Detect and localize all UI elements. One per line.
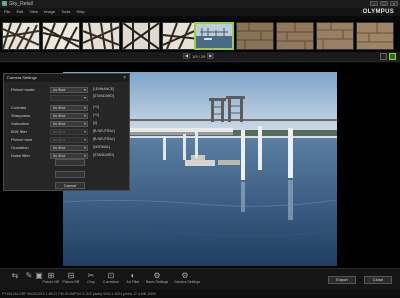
art-filter-tool-button[interactable]: ◐ Art Filter bbox=[122, 271, 144, 289]
thumbnail-selected[interactable] bbox=[194, 22, 234, 50]
setting-row-picture-mode: Picture mode As Shot [i-ENHANCE] [STANDA… bbox=[4, 86, 131, 98]
minimize-button[interactable]: _ bbox=[370, 1, 378, 6]
setting-row-sub bbox=[4, 94, 131, 101]
tool-label: Picture NR bbox=[62, 280, 80, 284]
thumbnail[interactable] bbox=[236, 22, 274, 50]
menu-view[interactable]: View bbox=[29, 8, 38, 16]
dialog-close-icon[interactable]: × bbox=[123, 74, 126, 82]
view-mode-switch bbox=[380, 53, 396, 60]
correction-icon: ⊡ bbox=[107, 271, 115, 280]
picture-nr-icon: ⊞ bbox=[47, 271, 55, 280]
setting-row-gradation: Gradation As Shot [NORMAL] bbox=[4, 144, 131, 151]
brand-logo: OLYMPUS bbox=[362, 9, 394, 15]
tool-label: Correction bbox=[102, 280, 120, 284]
picture-tone-select: As Shot bbox=[50, 136, 88, 143]
bottom-toolbar: ⇆ ✎ ▣ ⊞ Picture NR ⊟ Picture NR ✂ Crop ⊡… bbox=[0, 268, 400, 290]
filmstrip-controls: ◀ 1/9 / 29 ▶ bbox=[0, 52, 400, 62]
app-icon bbox=[2, 1, 7, 6]
close-window-button[interactable]: × bbox=[390, 1, 398, 6]
tool-label: Basic Settings bbox=[146, 280, 169, 284]
menu-edit[interactable]: Edit bbox=[16, 8, 23, 16]
dialog-title: Camera Settings bbox=[7, 75, 37, 80]
setting-value: [NORMAL] bbox=[93, 145, 110, 149]
dialog-button-2 bbox=[55, 171, 85, 178]
title-bar: Sky_Retail _ □ × bbox=[0, 0, 400, 8]
status-bar: P7150134.ORF 06/20/2010 1:55:27 PM OLYMP… bbox=[0, 290, 400, 298]
setting-row-saturation: Saturation As Shot [0] bbox=[4, 120, 131, 127]
setting-label: Picture tone bbox=[11, 137, 33, 142]
camera-settings-dialog: Camera Settings × Picture mode As Shot [… bbox=[3, 73, 130, 191]
thumbnail[interactable] bbox=[316, 22, 354, 50]
picture-nr-icon: ⊟ bbox=[67, 271, 75, 280]
noise-filter-select[interactable]: As Shot bbox=[50, 152, 88, 159]
close-button[interactable]: Close bbox=[364, 276, 392, 284]
menu-tools[interactable]: Tools bbox=[61, 8, 70, 16]
thumbnail[interactable] bbox=[122, 22, 160, 50]
setting-row-picture-tone: Picture tone As Shot [B-NEUTRAL] bbox=[4, 136, 131, 143]
bw-filter-select: As Shot bbox=[50, 128, 88, 135]
setting-row-bw-filter: B/W filter As Shot [B-NEUTRAL] bbox=[4, 128, 131, 135]
setting-value: [STANDARD] bbox=[93, 153, 114, 157]
gradation-select[interactable]: As Shot bbox=[50, 144, 88, 151]
next-page-button[interactable]: ▶ bbox=[207, 53, 215, 59]
tool-label: Picture NR bbox=[42, 280, 60, 284]
menu-image[interactable]: Image bbox=[44, 8, 55, 16]
basic-settings-icon: ⚙ bbox=[153, 271, 161, 280]
setting-value: [B-NEUTRAL] bbox=[93, 137, 115, 141]
setting-label: Picture mode bbox=[11, 87, 35, 92]
tool-label: Art Filter bbox=[126, 280, 140, 284]
prev-page-button[interactable]: ◀ bbox=[183, 53, 190, 59]
setting-label: Sharpness bbox=[11, 113, 31, 118]
picture-mode-sub-select bbox=[50, 94, 88, 101]
camera-settings-icon: ⚙ bbox=[181, 271, 189, 280]
tool-label: Crop bbox=[87, 280, 95, 284]
thumbnail[interactable] bbox=[356, 22, 394, 50]
setting-row-contrast: Contrast As Shot [+1] bbox=[4, 104, 131, 111]
setting-value: [+1] bbox=[93, 105, 99, 109]
single-view-icon[interactable] bbox=[389, 53, 396, 60]
menu-bar: File Edit View Image Tools Help bbox=[0, 8, 400, 16]
crop-icon: ✂ bbox=[87, 271, 95, 280]
tool-button[interactable]: ⊟ Picture NR bbox=[60, 271, 82, 289]
art-filter-icon: ◐ bbox=[130, 271, 136, 280]
saturation-select[interactable]: As Shot bbox=[50, 120, 88, 127]
basic-settings-tool-button[interactable]: ⚙ Basic Settings bbox=[146, 271, 168, 289]
crop-tool-button[interactable]: ✂ Crop bbox=[80, 271, 102, 289]
menu-help[interactable]: Help bbox=[76, 8, 84, 16]
picture-mode-select[interactable]: As Shot bbox=[50, 86, 88, 93]
menu-file[interactable]: File bbox=[4, 8, 10, 16]
setting-label: Noise filter bbox=[11, 153, 30, 158]
thumbnail[interactable] bbox=[2, 22, 40, 50]
setting-value: [+1] bbox=[93, 113, 99, 117]
setting-label: Contrast bbox=[11, 105, 27, 110]
dialog-title-bar: Camera Settings × bbox=[4, 74, 129, 82]
cancel-button[interactable]: Cancel bbox=[55, 182, 85, 189]
thumbnail[interactable] bbox=[82, 22, 120, 50]
setting-value: [0] bbox=[93, 121, 97, 125]
setting-row-noise-filter: Noise filter As Shot [STANDARD] bbox=[4, 152, 131, 159]
export-button[interactable]: Export bbox=[328, 276, 356, 284]
contrast-select[interactable]: As Shot bbox=[50, 104, 88, 111]
window-controls: _ □ × bbox=[370, 1, 398, 6]
filmstrip bbox=[0, 20, 400, 52]
dialog-button-1 bbox=[55, 159, 85, 166]
setting-label: Saturation bbox=[11, 121, 30, 126]
page-indicator: 1/9 / 29 bbox=[192, 53, 206, 59]
grid-view-icon[interactable] bbox=[380, 53, 387, 60]
window-title: Sky_Retail bbox=[9, 1, 33, 7]
setting-label: Gradation bbox=[11, 145, 29, 150]
setting-label: B/W filter bbox=[11, 129, 28, 134]
tool-label: Camera Settings bbox=[174, 280, 201, 284]
thumbnail[interactable] bbox=[42, 22, 80, 50]
tool-button[interactable]: ⊞ Picture NR bbox=[40, 271, 62, 289]
setting-value: [B-NEUTRAL] bbox=[93, 129, 115, 133]
status-text: P7150134.ORF 06/20/2010 1:55:27 PM OLYMP… bbox=[2, 292, 157, 296]
camera-settings-tool-button[interactable]: ⚙ Camera Settings bbox=[174, 271, 201, 289]
thumbnail[interactable] bbox=[276, 22, 314, 50]
sharpness-select[interactable]: As Shot bbox=[50, 112, 88, 119]
maximize-button[interactable]: □ bbox=[380, 1, 388, 6]
setting-row-sharpness: Sharpness As Shot [+1] bbox=[4, 112, 131, 119]
pager: ◀ 1/9 / 29 ▶ bbox=[183, 53, 215, 59]
correction-tool-button[interactable]: ⊡ Correction bbox=[100, 271, 122, 289]
